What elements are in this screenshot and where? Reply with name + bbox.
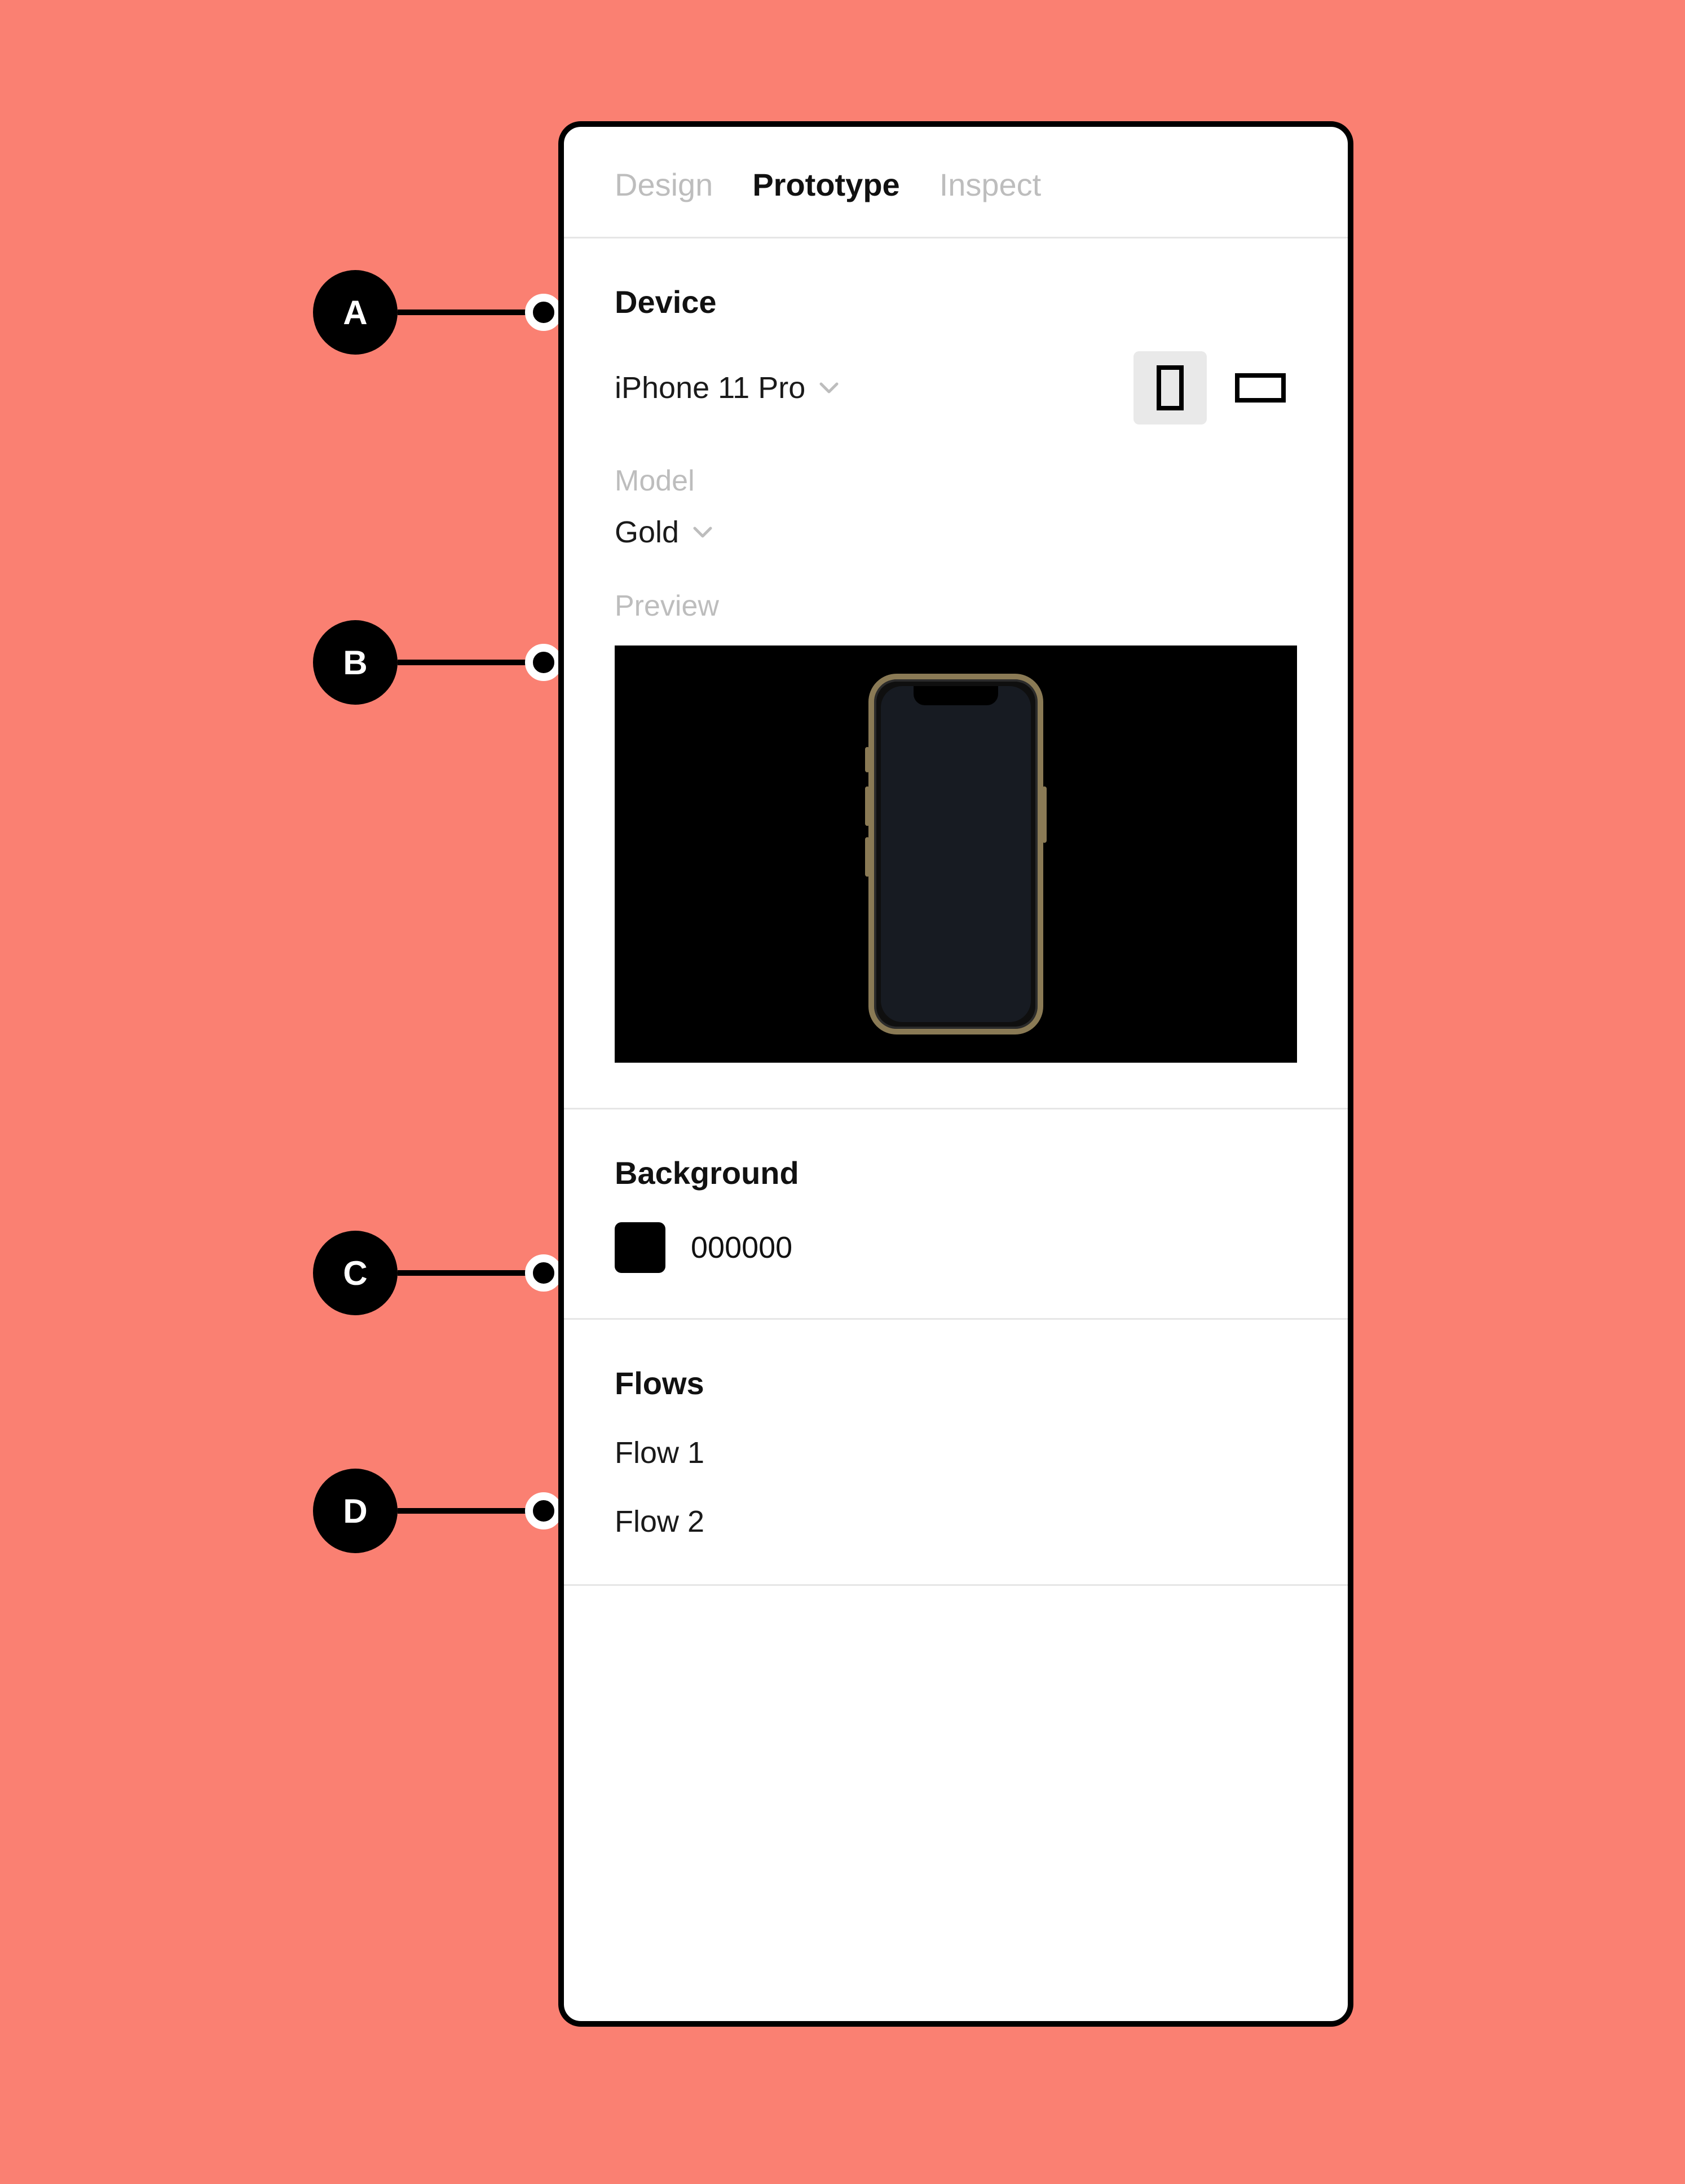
tab-inspect[interactable]: Inspect bbox=[939, 166, 1042, 203]
callout-endpoint bbox=[525, 644, 562, 681]
callout-endpoint bbox=[525, 294, 562, 331]
portrait-icon bbox=[1157, 365, 1184, 410]
device-preview bbox=[615, 646, 1297, 1063]
callout-a-label: A bbox=[313, 270, 398, 355]
callout-d-label: D bbox=[313, 1469, 398, 1553]
phone-mockup bbox=[868, 674, 1043, 1034]
phone-side-button bbox=[1042, 786, 1047, 843]
callout-line bbox=[398, 1508, 527, 1514]
background-row: 000000 bbox=[615, 1222, 1297, 1273]
device-section: Device iPhone 11 Pro Model Gold bbox=[564, 238, 1348, 1109]
phone-side-button bbox=[865, 837, 870, 877]
callout-c-label: C bbox=[313, 1231, 398, 1315]
phone-side-button bbox=[865, 747, 870, 772]
model-label: Model bbox=[615, 464, 1297, 498]
tab-prototype[interactable]: Prototype bbox=[752, 166, 899, 203]
phone-notch bbox=[914, 686, 998, 705]
preview-label: Preview bbox=[615, 589, 1297, 623]
phone-side-button bbox=[865, 786, 870, 826]
panel-tabs: Design Prototype Inspect bbox=[564, 127, 1348, 238]
callout-line bbox=[398, 310, 527, 315]
flow-item[interactable]: Flow 1 bbox=[615, 1435, 1297, 1470]
callout-endpoint bbox=[525, 1492, 562, 1529]
callout-c: C bbox=[313, 1231, 562, 1315]
callout-d: D bbox=[313, 1469, 562, 1553]
flows-title: Flows bbox=[615, 1365, 1297, 1402]
prototype-panel: Design Prototype Inspect Device iPhone 1… bbox=[558, 121, 1353, 2027]
model-dropdown[interactable]: Gold bbox=[615, 515, 712, 550]
tab-design[interactable]: Design bbox=[615, 166, 713, 203]
device-title: Device bbox=[615, 284, 1297, 320]
flows-section: Flows Flow 1 Flow 2 bbox=[564, 1320, 1348, 1586]
device-row: iPhone 11 Pro bbox=[615, 351, 1297, 425]
orientation-portrait-button[interactable] bbox=[1133, 351, 1207, 425]
device-dropdown[interactable]: iPhone 11 Pro bbox=[615, 370, 839, 405]
orientation-group bbox=[1133, 351, 1297, 425]
device-selected: iPhone 11 Pro bbox=[615, 370, 805, 405]
background-swatch[interactable] bbox=[615, 1222, 665, 1273]
callout-line bbox=[398, 1270, 527, 1276]
callout-b: B bbox=[313, 620, 562, 705]
background-title: Background bbox=[615, 1155, 1297, 1191]
background-section: Background 000000 bbox=[564, 1109, 1348, 1320]
callout-a: A bbox=[313, 270, 562, 355]
flow-item[interactable]: Flow 2 bbox=[615, 1504, 1297, 1539]
background-hex[interactable]: 000000 bbox=[691, 1230, 792, 1265]
chevron-down-icon bbox=[819, 382, 839, 394]
landscape-icon bbox=[1235, 373, 1286, 403]
phone-screen bbox=[881, 686, 1031, 1022]
callout-endpoint bbox=[525, 1254, 562, 1292]
callout-b-label: B bbox=[313, 620, 398, 705]
model-selected: Gold bbox=[615, 515, 679, 550]
callout-line bbox=[398, 660, 527, 665]
orientation-landscape-button[interactable] bbox=[1224, 351, 1297, 425]
chevron-down-icon bbox=[693, 526, 712, 538]
